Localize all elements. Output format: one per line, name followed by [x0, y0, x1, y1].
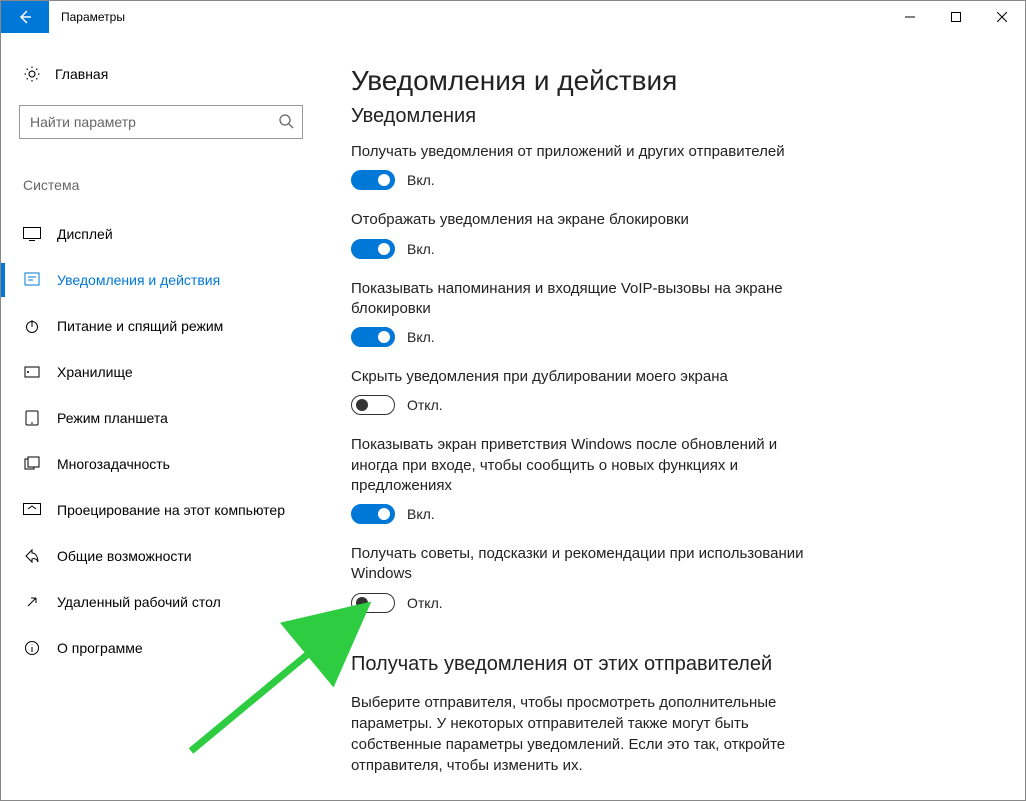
page-title: Уведомления и действия [351, 65, 995, 97]
power-icon [23, 318, 41, 334]
toggle-state: Вкл. [407, 172, 435, 188]
toggle-welcome-screen[interactable] [351, 504, 395, 524]
setting-label: Получать советы, подсказки и рекомендаци… [351, 544, 811, 585]
projecting-icon [23, 503, 41, 517]
toggle-state: Вкл. [407, 329, 435, 345]
display-icon [23, 227, 41, 241]
toggle-state: Вкл. [407, 506, 435, 522]
home-link[interactable]: Главная [19, 59, 303, 95]
gear-icon [23, 65, 41, 83]
sidebar-item-multitask[interactable]: Многозадачность [19, 441, 303, 487]
setting-label: Отображать уведомления на экране блокиро… [351, 210, 811, 230]
nav: Дисплей Уведомления и действия Питание и… [19, 211, 303, 671]
setting-label: Получать уведомления от приложений и дру… [351, 142, 811, 162]
search-placeholder: Найти параметр [30, 114, 278, 130]
sidebar-item-projecting[interactable]: Проецирование на этот компьютер [19, 487, 303, 533]
sidebar-item-label: Проецирование на этот компьютер [57, 502, 285, 518]
remote-icon [23, 594, 41, 610]
toggle-apps-notifications[interactable] [351, 170, 395, 190]
setting-label: Скрыть уведомления при дублировании моег… [351, 367, 811, 387]
setting-voip-reminders: Показывать напоминания и входящие VoIP-в… [351, 279, 811, 348]
back-button[interactable] [1, 1, 49, 33]
senders-text: Выберите отправителя, чтобы просмотреть … [351, 692, 811, 776]
setting-welcome-screen: Показывать экран приветствия Windows пос… [351, 435, 811, 524]
sidebar-item-label: Питание и спящий режим [57, 318, 223, 334]
sidebar-item-storage[interactable]: Хранилище [19, 349, 303, 395]
toggle-lockscreen-notifications[interactable] [351, 239, 395, 259]
shared-icon [23, 548, 41, 564]
toggle-tips[interactable] [351, 593, 395, 613]
section-heading: Уведомления [351, 105, 995, 128]
sidebar-item-remote[interactable]: Удаленный рабочий стол [19, 579, 303, 625]
toggle-state: Откл. [407, 595, 443, 611]
arrow-left-icon [17, 9, 33, 25]
toggle-state: Вкл. [407, 241, 435, 257]
search-input[interactable]: Найти параметр [19, 105, 303, 139]
tablet-icon [23, 410, 41, 426]
toggle-hide-duplicating[interactable] [351, 395, 395, 415]
maximize-button[interactable] [933, 1, 979, 33]
setting-label: Показывать экран приветствия Windows пос… [351, 435, 811, 496]
notifications-icon [23, 272, 41, 288]
toggle-voip-reminders[interactable] [351, 327, 395, 347]
close-icon [997, 12, 1007, 22]
sidebar-item-tablet[interactable]: Режим планшета [19, 395, 303, 441]
setting-label: Показывать напоминания и входящие VoIP-в… [351, 279, 811, 320]
sidebar: Главная Найти параметр Система Дисплей У… [1, 33, 321, 800]
sidebar-item-power[interactable]: Питание и спящий режим [19, 303, 303, 349]
minimize-button[interactable] [887, 1, 933, 33]
setting-hide-duplicating: Скрыть уведомления при дублировании моег… [351, 367, 811, 415]
sidebar-item-label: Хранилище [57, 364, 133, 380]
window-title: Параметры [49, 1, 137, 33]
setting-tips: Получать советы, подсказки и рекомендаци… [351, 544, 811, 613]
search-icon [278, 113, 294, 132]
toggle-state: Откл. [407, 397, 443, 413]
setting-lockscreen-notifications: Отображать уведомления на экране блокиро… [351, 210, 811, 258]
titlebar: Параметры [1, 1, 1025, 33]
main-content: Уведомления и действия Уведомления Получ… [321, 33, 1025, 800]
maximize-icon [951, 12, 961, 22]
sidebar-item-shared[interactable]: Общие возможности [19, 533, 303, 579]
sidebar-item-display[interactable]: Дисплей [19, 211, 303, 257]
sidebar-item-label: Уведомления и действия [57, 272, 220, 288]
info-icon [23, 640, 41, 656]
category-label: Система [19, 177, 303, 193]
home-label: Главная [55, 66, 108, 82]
sidebar-item-label: Удаленный рабочий стол [57, 594, 221, 610]
sidebar-item-label: Общие возможности [57, 548, 192, 564]
sidebar-item-label: О программе [57, 640, 143, 656]
storage-icon [23, 364, 41, 380]
sidebar-item-about[interactable]: О программе [19, 625, 303, 671]
sidebar-item-notifications[interactable]: Уведомления и действия [19, 257, 303, 303]
senders-heading: Получать уведомления от этих отправителе… [351, 653, 811, 676]
sidebar-item-label: Режим планшета [57, 410, 168, 426]
multitask-icon [23, 456, 41, 472]
close-button[interactable] [979, 1, 1025, 33]
setting-apps-notifications: Получать уведомления от приложений и дру… [351, 142, 811, 190]
sidebar-item-label: Многозадачность [57, 456, 170, 472]
sidebar-item-label: Дисплей [57, 226, 113, 242]
minimize-icon [905, 12, 915, 22]
